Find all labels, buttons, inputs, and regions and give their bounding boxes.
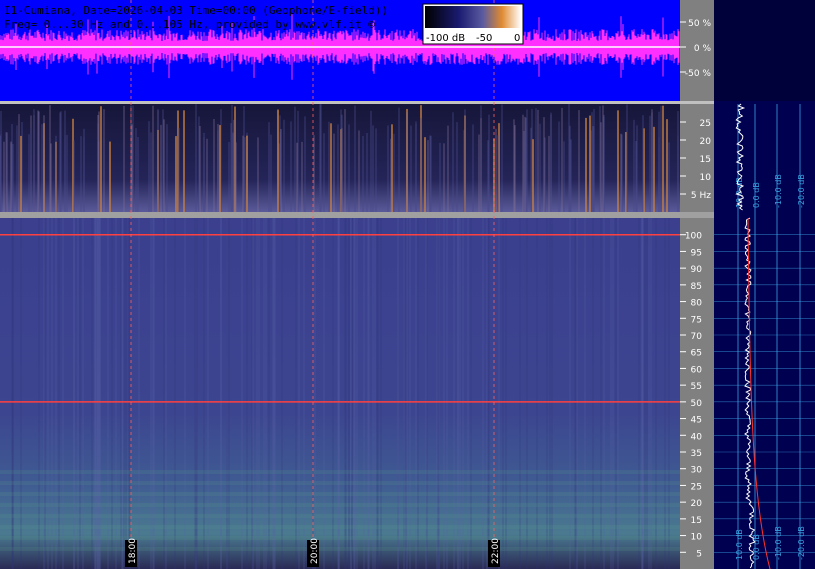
waveform-tick-label: -50 % bbox=[685, 69, 712, 79]
colorbar-label-mid: -50 bbox=[476, 33, 492, 44]
low-freq-tick-label: 25 bbox=[700, 119, 711, 129]
profile-tick-label: -10.0 dB bbox=[774, 526, 783, 560]
low-freq-tick-label: 5 Hz bbox=[691, 191, 711, 201]
waveform-tick-label: 0 % bbox=[694, 44, 712, 54]
profile-top-panel bbox=[714, 0, 815, 101]
main-tick-label: 90 bbox=[691, 265, 703, 275]
harmonic-band bbox=[0, 492, 680, 496]
time-tick-label: 18:00 bbox=[128, 538, 138, 564]
profile-tick-label-upper: -10.0 dB bbox=[774, 174, 783, 208]
profile-tick-label: -20.0 dB bbox=[797, 526, 806, 560]
harmonic-band bbox=[0, 525, 680, 529]
main-tick-label: 75 bbox=[691, 315, 702, 325]
main-tick-label: 80 bbox=[691, 299, 703, 309]
main-tick-label: 100 bbox=[685, 232, 702, 242]
waveform-tick-label: 50 % bbox=[688, 19, 711, 29]
main-tick-label: 25 bbox=[691, 482, 702, 492]
profile-tick-label-upper: -20.0 dB bbox=[797, 174, 806, 208]
time-tick-label: 20:00 bbox=[310, 538, 320, 564]
profile-tick-label: 10.0 dB bbox=[735, 529, 744, 560]
colorbar bbox=[425, 6, 521, 28]
main-tick-label: 95 bbox=[691, 248, 702, 258]
harmonic-band bbox=[0, 536, 680, 540]
harmonic-band bbox=[0, 481, 680, 485]
main-tick-label: 10 bbox=[691, 533, 703, 543]
panel-separator-2 bbox=[0, 212, 714, 218]
main-tick-label: 20 bbox=[691, 499, 703, 509]
low-freq-tick-label: 20 bbox=[700, 137, 712, 147]
main-tick-label: 85 bbox=[691, 282, 702, 292]
harmonic-band bbox=[0, 547, 680, 551]
main-tick-label: 50 bbox=[691, 399, 703, 409]
main-tick-label: 30 bbox=[691, 466, 703, 476]
harmonic-band bbox=[0, 470, 680, 474]
low-freq-tick-label: 15 bbox=[700, 155, 711, 165]
harmonic-band bbox=[0, 503, 680, 507]
main-tick-label: 65 bbox=[691, 349, 702, 359]
header-subtitle: Freq= 0...30 Hz and 0...105 Hz, provided… bbox=[4, 18, 375, 31]
main-tick-label: 15 bbox=[691, 516, 702, 526]
main-tick-label: 55 bbox=[691, 382, 702, 392]
header-title: I1-Cumiana, Date=2026-04-03 Time=00:00 (… bbox=[4, 4, 389, 17]
main-tick-label: 60 bbox=[691, 365, 703, 375]
time-tick-label: 22:00 bbox=[491, 538, 501, 564]
main-tick-label: 70 bbox=[691, 332, 703, 342]
profile-tick-label-upper: 0.0 dB bbox=[752, 182, 761, 208]
main-tick-label: 45 bbox=[691, 416, 702, 426]
colorbar-label-max: 0 bbox=[514, 33, 520, 44]
chart-canvas: 50 %0 %-50 % 252015105 Hz 10095908580757… bbox=[0, 0, 815, 569]
panel-separator bbox=[0, 101, 714, 104]
harmonic-band bbox=[0, 514, 680, 518]
main-tick-label: 35 bbox=[691, 449, 702, 459]
low-freq-tick-label: 10 bbox=[700, 173, 712, 183]
main-tick-label: 5 bbox=[696, 549, 702, 559]
colorbar-label-min: -100 dB bbox=[426, 33, 465, 44]
main-tick-label: 40 bbox=[691, 432, 703, 442]
spectrogram-viewer: 50 % 0 % -50 % 25 20 15 10 5 Hz 100 95 90 85 80 75 7… bbox=[0, 0, 815, 569]
